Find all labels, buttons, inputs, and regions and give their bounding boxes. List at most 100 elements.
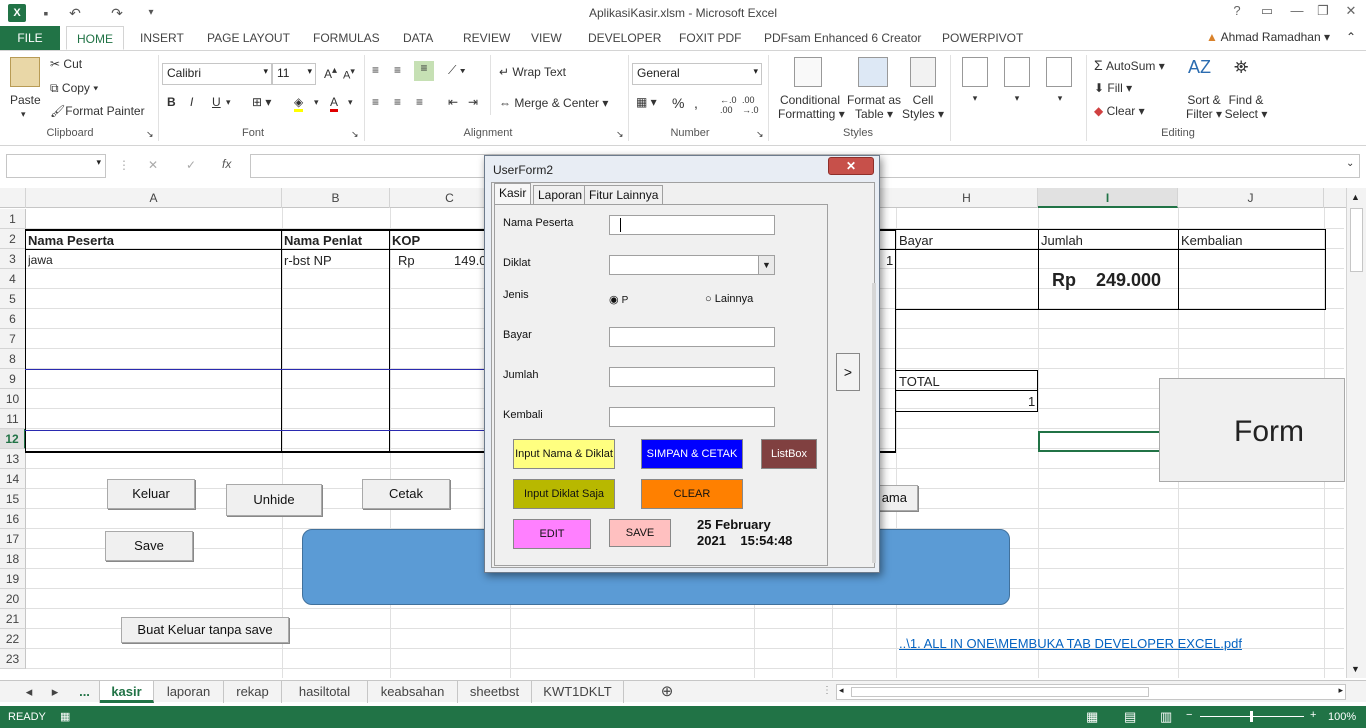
row-header[interactable]: 7 xyxy=(0,329,26,349)
format-as-table-button[interactable]: Format as Table ▾ xyxy=(846,93,902,121)
binoculars-icon[interactable]: ⛯ xyxy=(1234,57,1248,78)
currency-icon[interactable]: ▦ ▾ xyxy=(636,95,657,109)
borders-icon[interactable]: ⊞ ▾ xyxy=(252,95,271,109)
vertical-scrollbar[interactable]: ▲ ▼ xyxy=(1346,188,1366,678)
number-launcher-icon[interactable]: ↘ xyxy=(756,129,764,140)
align-middle-icon[interactable]: ≡ xyxy=(394,63,401,77)
more-sheets-icon[interactable]: ... xyxy=(70,681,100,703)
scroll-right-icon[interactable]: ▸ xyxy=(1338,685,1343,696)
decrease-indent-icon[interactable]: ⇤ xyxy=(448,95,458,109)
wrap-text-button[interactable]: ↵ Wrap Text xyxy=(499,65,566,79)
tab-file[interactable]: FILE xyxy=(0,26,60,50)
tab-laporan[interactable]: Laporan xyxy=(533,185,588,205)
sort-filter-icon[interactable]: AZ xyxy=(1188,57,1211,78)
insert-function-icon[interactable]: fx xyxy=(222,157,231,171)
bayar-input[interactable] xyxy=(609,327,775,347)
tab-fitur-lainnya[interactable]: Fitur Lainnya xyxy=(584,185,664,205)
merge-center-button[interactable]: ⇔ Merge & Center ▾ xyxy=(499,96,608,110)
align-center-icon[interactable]: ≡ xyxy=(394,95,401,109)
chevron-down-icon[interactable]: ▾ xyxy=(314,97,319,108)
font-launcher-icon[interactable]: ↘ xyxy=(351,129,359,140)
keluar-tanpa-save-button[interactable]: Buat Keluar tanpa save xyxy=(121,617,289,643)
jumlah-input[interactable] xyxy=(609,367,775,387)
scroll-left-icon[interactable]: ◂ xyxy=(839,685,844,696)
keluar-button[interactable]: Keluar xyxy=(107,479,195,509)
orientation-icon[interactable]: ⟋ ▾ xyxy=(448,63,466,78)
row-header[interactable]: 13 xyxy=(0,449,26,469)
decrease-decimal-icon[interactable]: .00 →.0 xyxy=(742,95,759,115)
increase-decimal-icon[interactable]: ←.0.00 xyxy=(720,95,737,115)
row-header[interactable]: 18 xyxy=(0,549,26,569)
grow-font-icon[interactable]: A▴ xyxy=(324,65,337,81)
simpan-cetak-button[interactable]: SIMPAN & CETAK xyxy=(641,439,743,469)
ribbon-display-icon[interactable]: ▭ xyxy=(1256,3,1278,21)
chevron-down-icon[interactable]: ▼ xyxy=(758,256,774,274)
percent-button[interactable]: % xyxy=(672,95,684,111)
form-scrollbar[interactable] xyxy=(872,283,876,563)
format-as-table-icon[interactable] xyxy=(858,57,888,87)
tab-foxit[interactable]: FOXIT PDF xyxy=(679,26,741,50)
row-header[interactable]: 19 xyxy=(0,569,26,589)
name-box[interactable]: ▾ xyxy=(6,154,106,178)
macro-recording-icon[interactable]: ▦ xyxy=(60,710,70,723)
tab-home[interactable]: HOME xyxy=(66,26,124,50)
delete-cells-icon[interactable] xyxy=(1004,57,1030,87)
align-left-icon[interactable]: ≡ xyxy=(372,95,379,109)
column-header[interactable]: B xyxy=(282,188,390,208)
prev-sheet-icon[interactable]: ◂ xyxy=(20,681,38,703)
sheet-tab-laporan[interactable]: laporan xyxy=(154,681,224,703)
unhide-button[interactable]: Unhide xyxy=(226,484,322,516)
listbox-button[interactable]: ListBox xyxy=(761,439,817,469)
fill-button[interactable]: ⬇ Fill ▾ xyxy=(1094,81,1132,95)
tab-formulas[interactable]: FORMULAS xyxy=(313,26,380,50)
next-sheet-icon[interactable]: ▸ xyxy=(46,681,64,703)
add-sheet-icon[interactable]: ⊕ xyxy=(656,681,678,703)
row-header[interactable]: 10 xyxy=(0,389,26,409)
tab-splitter-icon[interactable]: ⋮ xyxy=(822,685,832,696)
copy-button[interactable]: ⧉ Copy ▾ xyxy=(50,81,98,96)
tab-kasir[interactable]: Kasir xyxy=(494,183,532,205)
paste-dropdown-icon[interactable]: ▾ xyxy=(21,109,26,120)
row-header[interactable]: 12 xyxy=(0,429,26,449)
horizontal-scrollbar[interactable]: ◂ ▸ xyxy=(836,684,1346,700)
font-name-select[interactable]: Calibri ▾ xyxy=(162,63,272,85)
normal-view-icon[interactable]: ▦ xyxy=(1086,709,1098,725)
conditional-formatting-icon[interactable] xyxy=(794,57,822,87)
column-header[interactable]: H xyxy=(896,188,1038,208)
align-bottom-icon[interactable]: ≡ xyxy=(414,61,434,81)
row-header[interactable]: 9 xyxy=(0,369,26,389)
conditional-formatting-button[interactable]: Conditional Formatting ▾ xyxy=(778,93,845,121)
diklat-combobox[interactable]: ▼ xyxy=(609,255,775,275)
align-top-icon[interactable]: ≡ xyxy=(372,63,379,77)
delete-button[interactable]: ▾ xyxy=(998,93,1036,104)
tab-developer[interactable]: DEVELOPER xyxy=(588,26,661,50)
sheet-tab-rekap[interactable]: rekap xyxy=(224,681,282,703)
row-header[interactable]: 15 xyxy=(0,489,26,509)
row-header[interactable]: 3 xyxy=(0,249,26,269)
input-nama-diklat-button[interactable]: Input Nama & Diklat xyxy=(513,439,615,469)
font-color-icon[interactable]: A xyxy=(330,95,339,112)
save-button[interactable]: SAVE xyxy=(609,519,671,547)
bold-button[interactable]: B xyxy=(167,95,176,109)
paste-button[interactable]: Paste xyxy=(10,93,41,107)
hscroll-thumb[interactable] xyxy=(851,687,1149,697)
format-painter-button[interactable]: 🖌Format Painter xyxy=(50,104,145,118)
insert-cells-icon[interactable] xyxy=(962,57,988,87)
chevron-down-icon[interactable]: ▾ xyxy=(226,97,231,108)
active-cell[interactable] xyxy=(1038,431,1178,452)
cut-button[interactable]: ✂ Cut xyxy=(50,57,82,71)
kembali-input[interactable] xyxy=(609,407,775,427)
cell-styles-button[interactable]: Cell Styles ▾ xyxy=(902,93,944,121)
increase-indent-icon[interactable]: ⇥ xyxy=(468,95,478,109)
close-icon[interactable]: ✕ xyxy=(828,157,874,175)
column-header[interactable]: I xyxy=(1038,188,1178,208)
tab-view[interactable]: VIEW xyxy=(531,26,562,50)
row-header[interactable]: 14 xyxy=(0,469,26,489)
scroll-down-icon[interactable]: ▼ xyxy=(1351,664,1360,674)
sheet-tab-sheetbst[interactable]: sheetbst xyxy=(458,681,532,703)
input-diklat-saja-button[interactable]: Input Diklat Saja xyxy=(513,479,615,509)
italic-button[interactable]: I xyxy=(190,95,193,109)
tab-pdfsam[interactable]: PDFsam Enhanced 6 Creator xyxy=(764,26,921,50)
format-button[interactable]: ▾ xyxy=(1040,93,1080,104)
insert-button[interactable]: ▾ xyxy=(958,93,992,104)
